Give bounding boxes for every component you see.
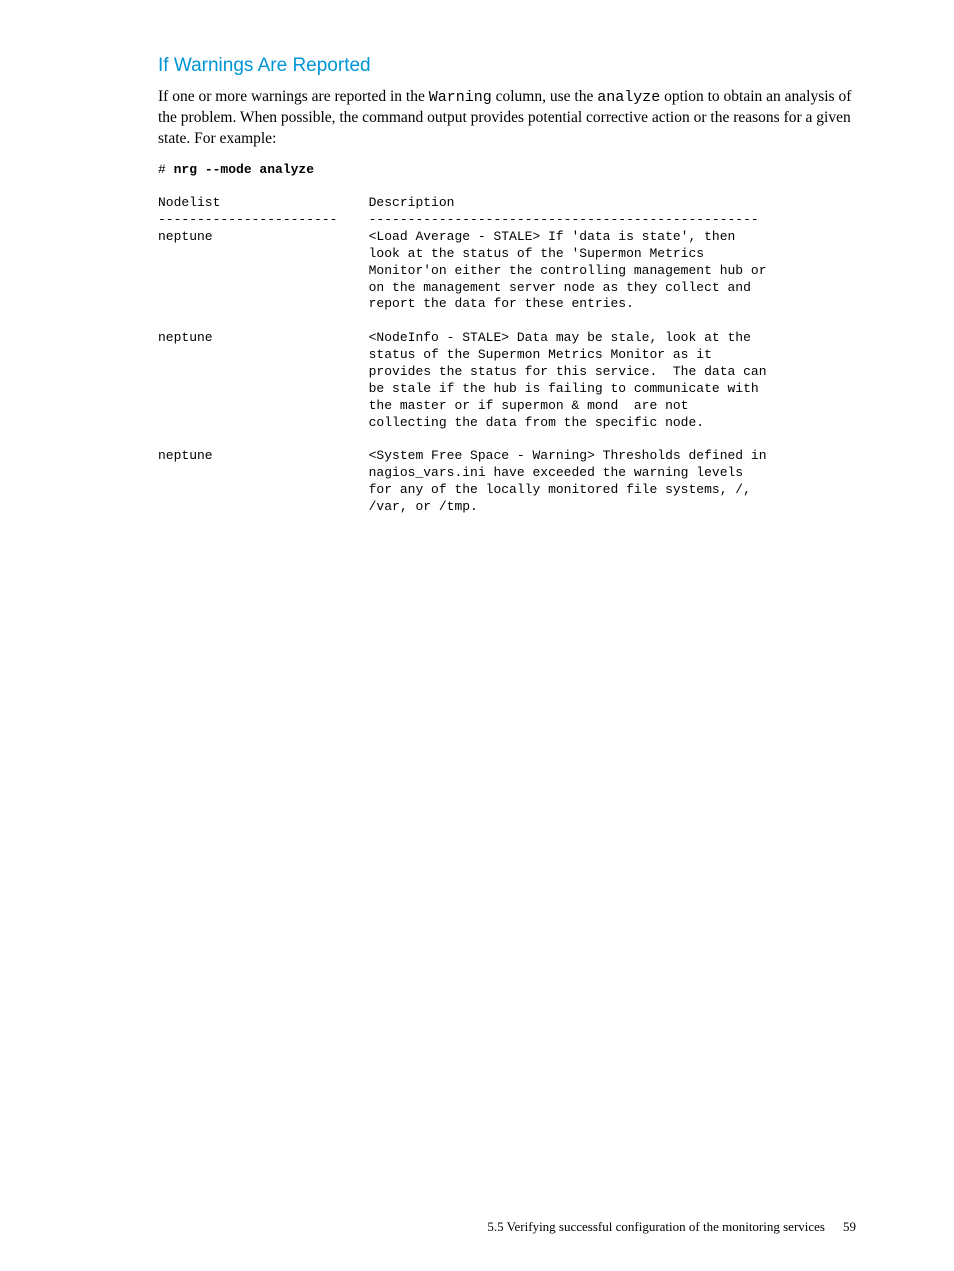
command-prompt: # <box>158 162 174 177</box>
body-paragraph: If one or more warnings are reported in … <box>158 87 856 150</box>
terminal-output: Nodelist Description -------------------… <box>158 195 856 516</box>
command-line: # nrg --mode analyze <box>158 162 856 177</box>
paragraph-part2: column, use the <box>492 88 597 105</box>
paragraph-part1: If one or more warnings are reported in … <box>158 88 429 105</box>
footer-section-text: 5.5 Verifying successful configuration o… <box>487 1219 825 1234</box>
page-footer: 5.5 Verifying successful configuration o… <box>487 1219 856 1235</box>
inline-code-analyze: analyze <box>597 89 660 106</box>
section-heading: If Warnings Are Reported <box>158 55 856 77</box>
page-number: 59 <box>843 1219 856 1234</box>
page-content: If Warnings Are Reported If one or more … <box>0 0 954 516</box>
command-text: nrg --mode analyze <box>174 162 314 177</box>
inline-code-warning: Warning <box>429 89 492 106</box>
